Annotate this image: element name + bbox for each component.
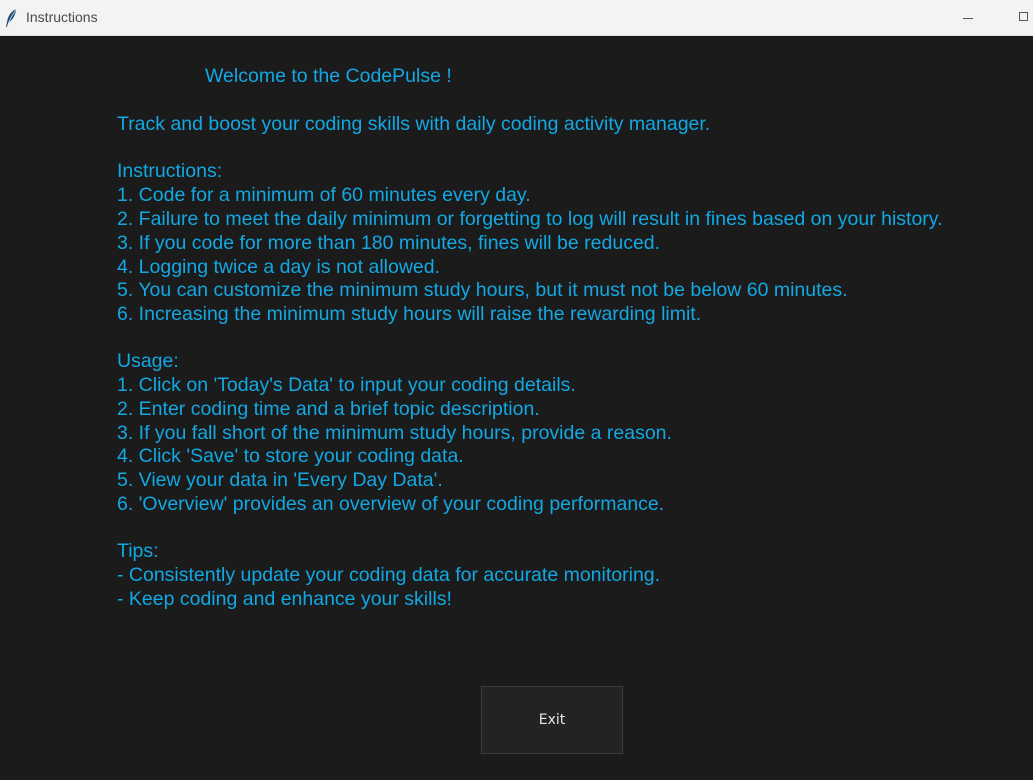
tip-item: - Consistently update your coding data f…	[117, 564, 661, 586]
instruction-item: 4. Logging twice a day is not allowed.	[117, 256, 441, 278]
instruction-item: 1. Code for a minimum of 60 minutes ever…	[117, 184, 531, 206]
window-title: Instructions	[26, 9, 98, 25]
instruction-item: 2. Failure to meet the daily minimum or …	[117, 208, 943, 230]
usage-item: 6. 'Overview' provides an overview of yo…	[117, 493, 665, 515]
usage-item: 4. Click 'Save' to store your coding dat…	[117, 445, 464, 467]
welcome-heading: Welcome to the CodePulse !	[205, 65, 452, 87]
tips-heading: Tips:	[117, 540, 159, 562]
instructions-content: Welcome to the CodePulse ! Track and boo…	[0, 37, 1033, 780]
instruction-item: 6. Increasing the minimum study hours wi…	[117, 303, 702, 325]
maximize-icon[interactable]	[1012, 6, 1033, 30]
usage-item: 1. Click on 'Today's Data' to input your…	[117, 374, 576, 396]
usage-item: 2. Enter coding time and a brief topic d…	[117, 398, 540, 420]
minimize-icon[interactable]	[956, 6, 980, 30]
instructions-heading: Instructions:	[117, 160, 223, 182]
tip-item: - Keep coding and enhance your skills!	[117, 588, 452, 610]
tagline: Track and boost your coding skills with …	[117, 113, 711, 135]
title-bar[interactable]: Instructions	[0, 0, 1033, 36]
instructions-window: Instructions Welcome to the CodePulse ! …	[0, 0, 1033, 780]
feather-icon	[4, 8, 18, 28]
usage-item: 3. If you fall short of the minimum stud…	[117, 422, 672, 444]
usage-heading: Usage:	[117, 350, 179, 372]
instruction-item: 3. If you code for more than 180 minutes…	[117, 232, 661, 254]
usage-item: 5. View your data in 'Every Day Data'.	[117, 469, 443, 491]
exit-button[interactable]: Exit	[481, 686, 623, 754]
instruction-item: 5. You can customize the minimum study h…	[117, 279, 848, 301]
